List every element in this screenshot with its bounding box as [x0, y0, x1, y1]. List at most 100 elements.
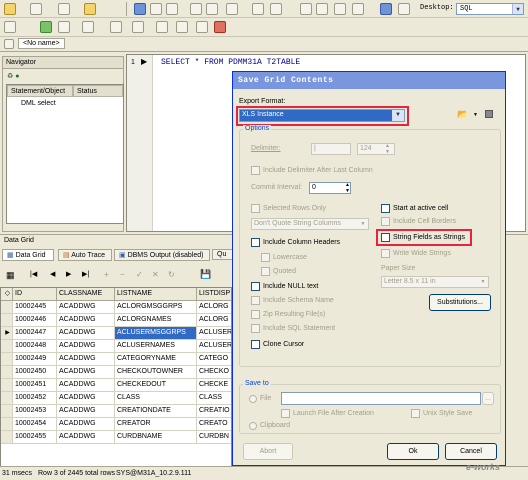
unix-style-checkbox[interactable]	[411, 409, 420, 418]
connect-icon[interactable]	[4, 21, 16, 33]
navigator-list[interactable]: Statement/Object Status DML select	[6, 84, 124, 224]
row-indicator[interactable]	[1, 418, 13, 431]
table-cell[interactable]: 10002449	[13, 353, 57, 366]
table-cell[interactable]: CURDBNAME	[115, 431, 197, 444]
table-cell[interactable]: CREATIONDATE	[115, 405, 197, 418]
delimiter-field[interactable]: |	[311, 143, 351, 155]
table-cell[interactable]: ACLUSERNAMES	[115, 340, 197, 353]
insert-record-icon[interactable]: +	[104, 270, 109, 279]
string-fields-checkbox[interactable]	[381, 233, 390, 242]
post-record-icon[interactable]: ✓	[136, 270, 143, 279]
execute-script-icon[interactable]	[58, 21, 70, 33]
open-folder-icon[interactable]: 📂	[457, 109, 468, 120]
file-path-field[interactable]	[281, 392, 481, 405]
quoted-checkbox[interactable]	[261, 267, 270, 276]
navigator-col-status[interactable]: Status	[73, 85, 123, 97]
clone-cursor-checkbox[interactable]	[251, 340, 260, 349]
desktop-select[interactable]: SQL ▼	[456, 3, 524, 15]
back-icon[interactable]	[334, 3, 346, 15]
table-cell[interactable]: ACLORG	[197, 314, 231, 327]
table-cell[interactable]: 10002452	[13, 392, 57, 405]
grid-col-listdisp[interactable]: LISTDISP	[197, 288, 231, 301]
table-cell[interactable]: CLASS	[115, 392, 197, 405]
next-record-icon[interactable]: ▶	[66, 270, 71, 278]
cancel-button[interactable]: Cancel	[445, 443, 497, 460]
save-grid-icon[interactable]: 💾	[200, 269, 211, 280]
table-cell[interactable]: ACLUSERMSGGRPS	[115, 327, 197, 340]
selected-rows-checkbox[interactable]	[251, 204, 260, 213]
table-cell[interactable]: 10002450	[13, 366, 57, 379]
table-cell[interactable]: 10002448	[13, 340, 57, 353]
chevron-down-icon[interactable]: ▼	[473, 112, 478, 118]
paper-size-select[interactable]: Letter 8.5 x 11 in ▼	[381, 276, 489, 288]
tab-query[interactable]: Qu	[212, 249, 234, 260]
row-indicator[interactable]: ▶	[1, 327, 13, 340]
replace-icon[interactable]	[270, 3, 282, 15]
navigator-col-statement[interactable]: Statement/Object	[7, 85, 73, 97]
clipboard-radio[interactable]	[249, 422, 257, 430]
table-cell[interactable]: ACADDWG	[57, 327, 115, 340]
grid-col-listname[interactable]: LISTNAME	[115, 288, 197, 301]
table-cell[interactable]: 10002446	[13, 314, 57, 327]
grid-col-classname[interactable]: CLASSNAME	[57, 288, 115, 301]
commit-spinner-icon[interactable]: ▲ ▼	[345, 182, 350, 194]
table-cell[interactable]: CREATOR	[115, 418, 197, 431]
list-item[interactable]: DML select	[21, 100, 56, 107]
prev-record-icon[interactable]: ◀	[50, 270, 55, 278]
include-sql-checkbox[interactable]	[251, 324, 260, 333]
schema-name-checkbox[interactable]	[251, 296, 260, 305]
table-cell[interactable]: 10002445	[13, 301, 57, 314]
table-cell[interactable]: 10002453	[13, 405, 57, 418]
redo-icon[interactable]	[316, 3, 328, 15]
row-indicator[interactable]	[1, 353, 13, 366]
forward-icon[interactable]	[352, 3, 364, 15]
ok-button[interactable]: Ok	[387, 443, 439, 460]
row-indicator[interactable]	[1, 405, 13, 418]
commit-icon[interactable]	[156, 21, 168, 33]
table-cell[interactable]: ACLORG	[197, 301, 231, 314]
table-cell[interactable]: 10002451	[13, 379, 57, 392]
tools-icon[interactable]	[196, 21, 208, 33]
table-cell[interactable]: ACADDWG	[57, 353, 115, 366]
comment-icon[interactable]	[132, 21, 144, 33]
tab-no-name[interactable]: <No name>	[18, 38, 65, 49]
row-indicator[interactable]	[1, 301, 13, 314]
refresh-icon[interactable]: ↻	[168, 270, 175, 279]
save-all-icon[interactable]	[150, 3, 162, 15]
settings-icon[interactable]	[485, 110, 493, 118]
table-cell[interactable]: CHECKE	[197, 379, 231, 392]
schema-browser-icon[interactable]	[58, 3, 70, 15]
first-record-icon[interactable]: |◀	[30, 270, 37, 278]
browse-button[interactable]: ...	[482, 392, 494, 405]
open-icon[interactable]	[4, 3, 16, 15]
rollback-icon[interactable]	[176, 21, 188, 33]
paste-icon[interactable]	[226, 3, 238, 15]
window-icon[interactable]	[398, 3, 410, 15]
write-wide-checkbox[interactable]	[381, 249, 390, 258]
tab-dbms-output[interactable]: ▣ DBMS Output (disabled)	[114, 249, 210, 261]
table-cell[interactable]: CREATO	[197, 418, 231, 431]
execute-icon[interactable]	[40, 21, 52, 33]
sql-text[interactable]: SELECT * FROM PDMM31A T2TABLE	[161, 58, 300, 67]
abort-button[interactable]: Abort	[243, 443, 293, 460]
table-cell[interactable]: CREATIO	[197, 405, 231, 418]
quote-strings-select[interactable]: Don't Quote String Columns ▼	[251, 218, 369, 230]
row-indicator[interactable]	[1, 431, 13, 444]
file-radio[interactable]	[249, 395, 257, 403]
tab-auto-trace[interactable]: ▤ Auto Trace	[58, 249, 112, 261]
table-cell[interactable]: ACLORGNAMES	[115, 314, 197, 327]
table-cell[interactable]: ACLORGMSGGRPS	[115, 301, 197, 314]
stop-icon[interactable]	[214, 21, 226, 33]
table-cell[interactable]: CLASS	[197, 392, 231, 405]
tab-data-grid[interactable]: ▦ Data Grid	[2, 249, 54, 261]
delete-record-icon[interactable]: −	[120, 270, 125, 279]
lowercase-checkbox[interactable]	[261, 253, 270, 262]
explain-plan-icon[interactable]	[82, 21, 94, 33]
new-sql-icon[interactable]	[30, 3, 42, 15]
last-record-icon[interactable]: ▶|	[82, 270, 89, 278]
include-null-checkbox[interactable]	[251, 282, 260, 291]
row-indicator[interactable]	[1, 392, 13, 405]
format-icon[interactable]	[110, 21, 122, 33]
copy-icon[interactable]	[206, 3, 218, 15]
row-indicator[interactable]	[1, 314, 13, 327]
